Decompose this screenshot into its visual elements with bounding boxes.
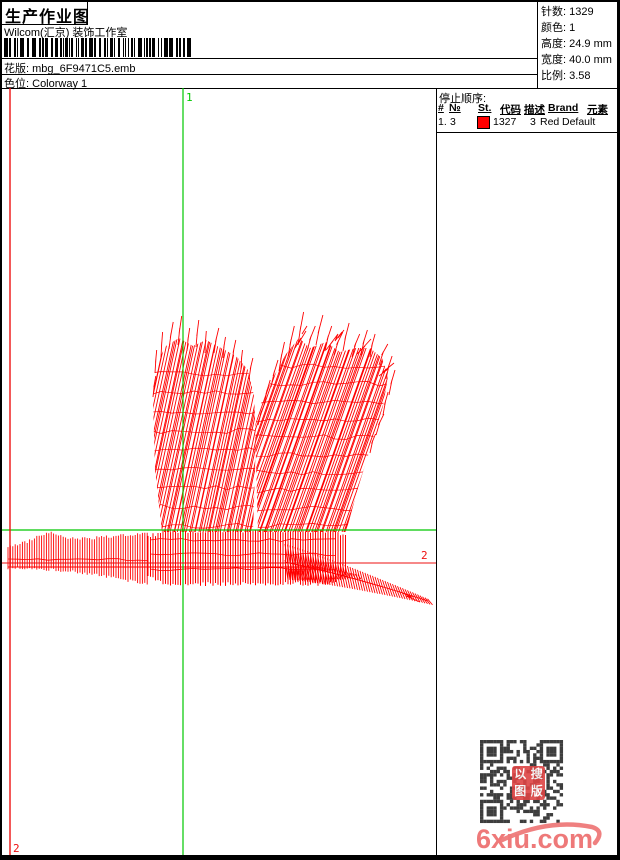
scale-row: 比例: 3.58 <box>541 70 591 82</box>
stitch-count-row: 针数: 1329 <box>541 6 594 18</box>
stamp-char: 以 <box>514 767 527 781</box>
stamp-char: 搜 <box>530 767 543 781</box>
col-header-stitches: St. <box>478 102 492 114</box>
table-bottom-line <box>436 132 618 133</box>
watermark-text: 6xiu.com <box>476 824 594 854</box>
col-header-number: # <box>438 102 444 114</box>
info-box-divider <box>537 2 538 88</box>
color-count-row: 颜色: 1 <box>541 22 576 34</box>
color-swatch <box>477 116 490 129</box>
row-brand: Default <box>562 116 596 128</box>
row-index: 1. <box>438 116 447 128</box>
row-code: 3 <box>530 116 536 128</box>
col-header-code: 代码 <box>500 104 521 116</box>
end-point-label-bottom: 2 <box>13 842 20 855</box>
col-header-elements: 元素 <box>587 104 608 116</box>
stamp-char: 版 <box>530 784 543 798</box>
col-header-brand: Brand <box>548 102 579 114</box>
title-box-divider <box>87 2 88 24</box>
height-row: 高度: 24.9 mm <box>541 38 612 50</box>
design-info: 针数: 1329 颜色: 1 高度: 24.9 mm 宽度: 40.0 mm 比… <box>541 4 612 84</box>
width-row: 宽度: 40.0 mm <box>541 54 612 66</box>
col-header-description: 描述 <box>524 104 545 116</box>
production-worksheet: 生产作业图 Wilcom(汇京) 装饰工作室 花版: mbg_6F9471C5.… <box>0 0 620 860</box>
row-needle: 3 <box>450 116 456 128</box>
stitch-design-bird <box>2 88 436 855</box>
page-border-top <box>0 0 620 2</box>
barcode-icon <box>4 38 191 57</box>
start-point-label: 1 <box>186 91 193 104</box>
header-divider <box>2 58 537 59</box>
stamp: 以 搜 图 版 <box>512 766 545 800</box>
design-area-right-border <box>436 88 437 855</box>
col-header-needle: № <box>449 102 461 114</box>
row-stitches: 1327 <box>493 116 517 128</box>
end-point-label-right: 2 <box>421 549 428 562</box>
embroidery-canvas: 1 2 2 <box>2 88 436 855</box>
stamp-char: 图 <box>514 784 527 798</box>
row-description: Red <box>540 116 560 128</box>
